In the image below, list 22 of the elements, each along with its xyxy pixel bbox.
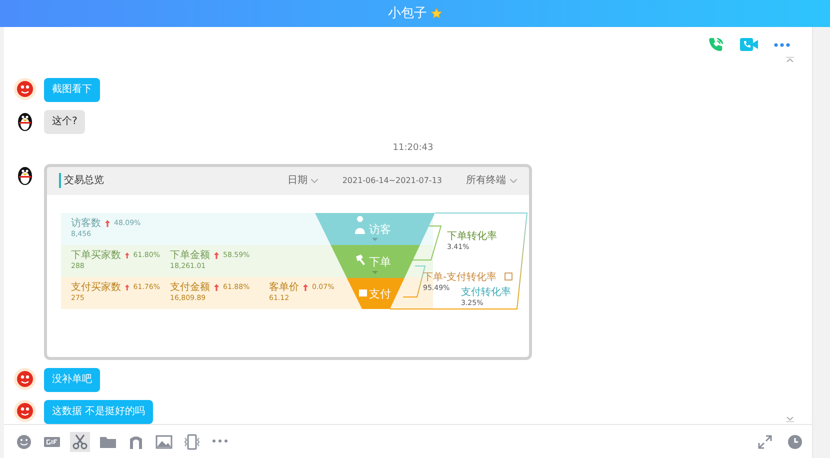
funnel-stage-label: 访客 — [369, 222, 391, 236]
filter-label[interactable]: 所有终端 — [466, 173, 506, 188]
conversion-label: 下单转化率 — [447, 230, 497, 242]
conversion-label: 下单-支付转化率 — [423, 272, 497, 282]
filter-label[interactable]: 日期 — [287, 173, 308, 188]
metric-label: 支付金额 — [170, 282, 210, 292]
message-bubble: 没补单吧 — [44, 368, 100, 392]
funnel-stage-label: 支付 — [369, 287, 391, 300]
metric-label: 下单买家数 — [71, 250, 121, 260]
timestamp: 11:20:43 — [392, 142, 434, 155]
metric-label: 客单价 — [269, 282, 299, 292]
message-bubble: 截图看下 — [44, 78, 100, 102]
conversion-label: 支付转化率 — [461, 286, 511, 298]
metric-label: 访客数 — [71, 218, 101, 228]
funnel-stage-label: 下单 — [369, 255, 391, 268]
metric-label: 下单金额 — [170, 250, 210, 260]
message-bubble: 这个? — [44, 110, 86, 134]
metric-label: 支付买家数 — [71, 282, 121, 292]
window-title: 小包子 — [388, 4, 427, 23]
filter-label[interactable]: 2021-06-14~2021-07-13 — [342, 174, 442, 186]
report-title: 交易总览 — [59, 173, 104, 188]
message-bubble: 这数据 不是挺好的吗 — [44, 400, 154, 424]
